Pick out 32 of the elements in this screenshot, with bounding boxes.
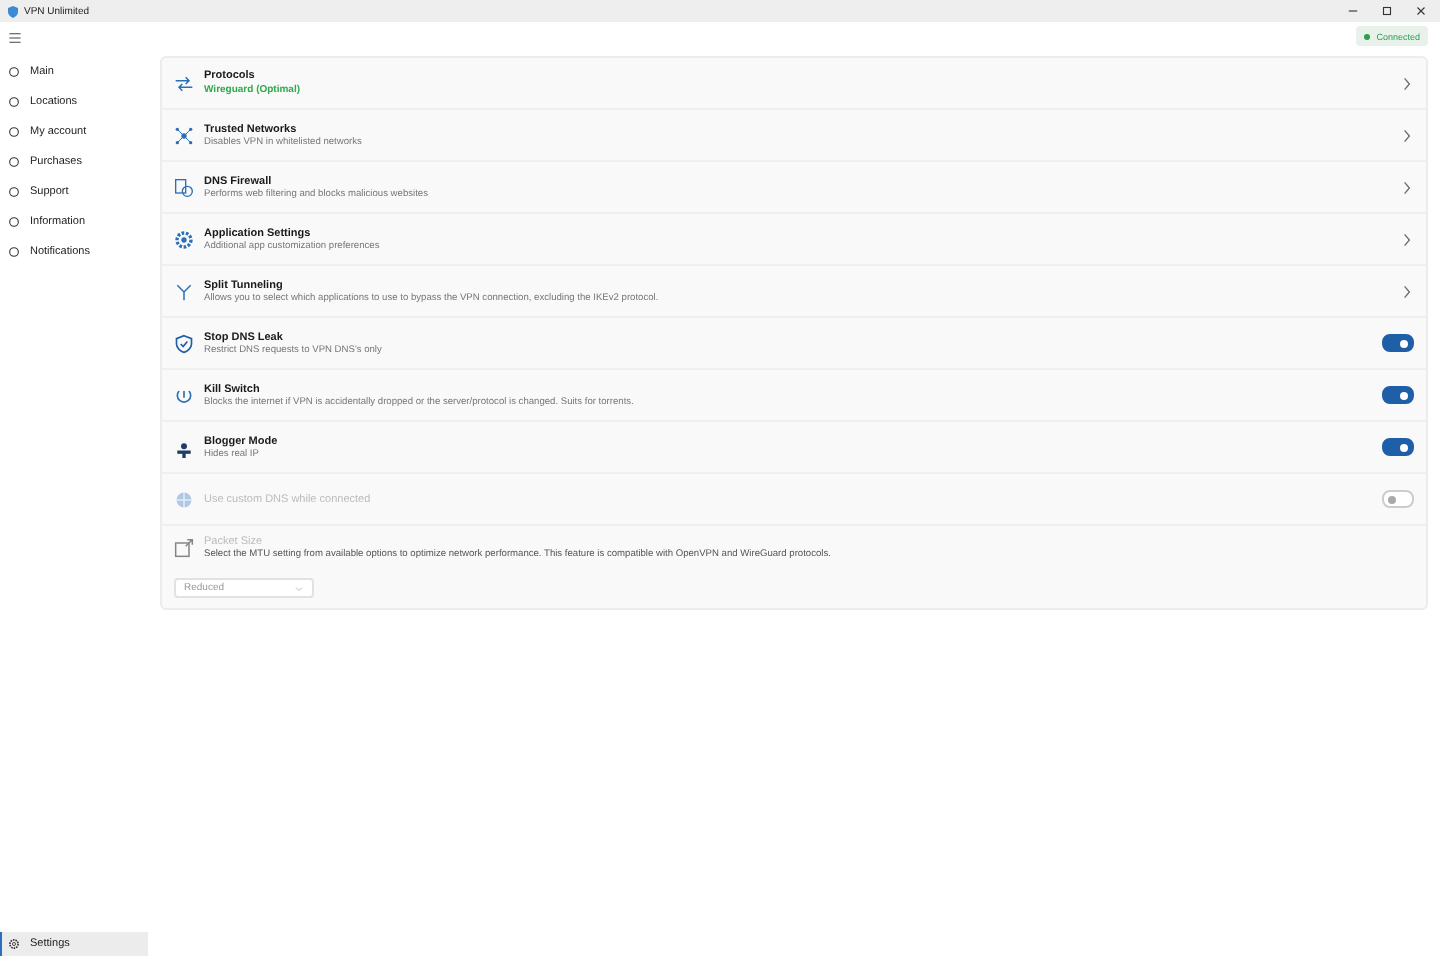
- setting-icon: [174, 489, 194, 509]
- setting-icon: [174, 73, 194, 93]
- chevron-icon[interactable]: [1402, 179, 1412, 195]
- nav-icon: [8, 66, 20, 78]
- nav-icon: [8, 246, 20, 258]
- caret-icon: [294, 585, 304, 591]
- chevron-icon[interactable]: [1402, 231, 1412, 247]
- setting-icon: [174, 437, 194, 457]
- menu-icon[interactable]: [8, 32, 22, 44]
- nav-icon: [8, 216, 20, 228]
- toggle-switch[interactable]: [1382, 334, 1414, 352]
- setting-icon: [174, 385, 194, 405]
- shield-icon: [8, 5, 18, 17]
- setting-icon: [174, 281, 194, 301]
- nav-icon: [8, 126, 20, 138]
- setting-icon: [174, 229, 194, 249]
- minimize-icon[interactable]: [1346, 4, 1360, 18]
- setting-icon: [174, 538, 194, 558]
- setting-icon: [174, 125, 194, 145]
- chevron-icon[interactable]: [1402, 127, 1412, 143]
- chevron-icon[interactable]: [1402, 75, 1412, 91]
- setting-icon: [174, 177, 194, 197]
- setting-icon: [174, 333, 194, 353]
- nav-icon: [8, 186, 20, 198]
- toggle-switch[interactable]: [1382, 438, 1414, 456]
- close-icon[interactable]: [1414, 4, 1428, 18]
- maximize-icon[interactable]: [1380, 4, 1394, 18]
- nav-icon: [8, 96, 20, 108]
- nav-icon: [8, 156, 20, 168]
- toggle-switch[interactable]: [1382, 386, 1414, 404]
- settings-icon: [8, 938, 20, 950]
- chevron-icon[interactable]: [1402, 283, 1412, 299]
